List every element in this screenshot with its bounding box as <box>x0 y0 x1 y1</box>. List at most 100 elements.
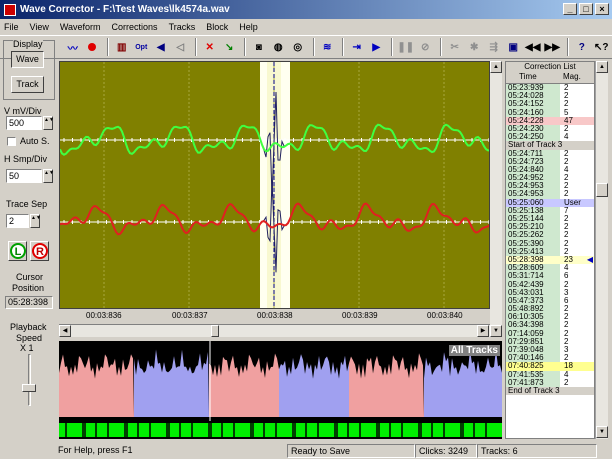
all-tracks-overview[interactable]: All Tracks <box>59 341 502 439</box>
opt-icon[interactable]: Opt <box>133 38 151 56</box>
vmv-field[interactable]: 500 <box>6 116 42 130</box>
window-title: Wave Corrector - F:\Test Waves\lk4574a.w… <box>20 4 230 15</box>
find-prev-icon[interactable]: ◍ <box>270 38 288 56</box>
density-gap <box>275 423 277 437</box>
time-label-5: 00:03:840 <box>427 311 463 320</box>
menu-waveform[interactable]: Waveform <box>60 22 101 32</box>
density-gap <box>208 423 212 437</box>
binoculars-icon[interactable]: ◙ <box>250 38 268 56</box>
minimize-button[interactable]: _ <box>563 3 577 15</box>
track-marker-row[interactable]: End of Track 3 <box>506 385 594 396</box>
list-scroll-down-button[interactable]: ▼ <box>596 426 608 438</box>
track-button[interactable]: Track <box>11 76 44 93</box>
pause-icon[interactable]: ❚❚ <box>397 38 415 56</box>
record-icon[interactable] <box>84 38 102 56</box>
trace-sep-field[interactable]: 2 <box>6 214 29 228</box>
find-next-icon[interactable]: ◎ <box>289 38 307 56</box>
trace-sep-stepper[interactable]: ▲▼ <box>30 214 41 228</box>
svg-text:R: R <box>36 246 44 258</box>
filter-icon[interactable]: ≋ <box>319 38 337 56</box>
density-gap <box>473 423 475 437</box>
scroll-left-button[interactable]: ◀ <box>59 325 71 337</box>
waveform-plot[interactable] <box>59 61 490 309</box>
density-gap <box>418 423 422 437</box>
menu-tracks[interactable]: Tracks <box>169 22 196 32</box>
help-icon[interactable]: ? <box>573 38 591 56</box>
speed-slider-track[interactable] <box>28 354 31 406</box>
app-window: Wave Corrector - F:\Test Waves\lk4574a.w… <box>0 0 612 459</box>
context-help-icon[interactable]: ↖? <box>593 38 611 56</box>
density-gap <box>347 423 349 437</box>
hsmp-stepper[interactable]: ▲▼ <box>43 169 54 183</box>
left-channel-button[interactable]: L <box>8 241 27 261</box>
cross-icon[interactable]: ✕ <box>201 38 219 56</box>
correction-magnitude: 4 <box>564 132 569 142</box>
wave-button[interactable]: Wave <box>11 51 44 68</box>
time-label-1: 00:03:836 <box>86 311 122 320</box>
density-gap <box>191 423 193 437</box>
right-channel-button[interactable]: R <box>30 241 49 261</box>
vmv-stepper[interactable]: ▲▼ <box>43 116 54 130</box>
density-gap <box>65 423 67 437</box>
all-tracks-label: All Tracks <box>448 345 500 356</box>
maximize-button[interactable]: □ <box>579 3 593 15</box>
speaker-icon[interactable]: ◀ <box>152 38 170 56</box>
autos-checkbox[interactable] <box>7 137 16 146</box>
hscroll-thumb[interactable] <box>211 325 219 337</box>
waveform-hscroll[interactable]: ◀ ▶ <box>59 324 490 337</box>
cut-icon[interactable]: ✂ <box>446 38 464 56</box>
time-label-2: 00:03:837 <box>172 311 208 320</box>
correction-list-scrollbar[interactable]: ▲ ▼ <box>595 61 608 439</box>
density-gap <box>82 423 86 437</box>
jump-icon[interactable]: ⇥ <box>348 38 366 56</box>
status-help: For Help, press F1 <box>58 445 133 455</box>
next-track-icon[interactable]: ▶▶ <box>544 38 562 56</box>
speed-slider-thumb[interactable] <box>22 384 36 392</box>
menu-bar: File View Waveform Corrections Tracks Bl… <box>0 19 612 35</box>
scroll-right-button[interactable]: ▶ <box>477 325 489 337</box>
menu-view[interactable]: View <box>30 22 49 32</box>
cursor-position-value: 05:28:398 <box>5 296 53 309</box>
density-gap <box>179 423 181 437</box>
hsmp-field[interactable]: 50 <box>6 169 42 183</box>
menu-help[interactable]: Help <box>239 22 258 32</box>
wand-icon[interactable]: ↘ <box>221 38 239 56</box>
density-gap <box>149 423 151 437</box>
play-icon[interactable]: ▶ <box>368 38 386 56</box>
density-gap <box>485 423 487 437</box>
density-gap <box>263 423 265 437</box>
scroll-up-button[interactable]: ▲ <box>490 61 502 73</box>
current-correction-arrow-icon: ◀ <box>586 254 593 264</box>
density-gap <box>292 423 296 437</box>
volume-icon[interactable]: ◁ <box>172 38 190 56</box>
status-tracks: Tracks: 6 <box>477 444 597 458</box>
density-gap <box>137 423 139 437</box>
density-gap <box>305 423 307 437</box>
status-clicks: Clicks: 3249 <box>415 444 477 458</box>
merge-icon[interactable]: ⇶ <box>485 38 503 56</box>
correction-list[interactable]: Correction List Time Mag. 05:23:939 2 05:2… <box>505 61 595 439</box>
track-marker-label: End of Track 3 <box>508 385 560 395</box>
close-button[interactable]: × <box>595 3 609 15</box>
density-gap <box>389 423 391 437</box>
mag-column-header[interactable]: Mag. <box>563 72 581 82</box>
density-gap <box>166 423 170 437</box>
prev-track-icon[interactable]: ◀◀ <box>524 38 542 56</box>
split-icon[interactable]: ✱ <box>466 38 484 56</box>
list-scroll-up-button[interactable]: ▲ <box>596 61 608 73</box>
window-icon[interactable]: ▣ <box>505 38 523 56</box>
waveform-icon[interactable]: 〰 <box>64 38 82 56</box>
waveform-vscroll[interactable]: ▲ ▼ <box>490 61 502 337</box>
menu-block[interactable]: Block <box>206 22 228 32</box>
density-gap <box>233 423 235 437</box>
density-gap <box>359 423 361 437</box>
autos-label: Auto S. <box>20 136 50 146</box>
stop-icon[interactable]: ⊘ <box>417 38 435 56</box>
menu-corrections[interactable]: Corrections <box>112 22 158 32</box>
menu-file[interactable]: File <box>4 22 19 32</box>
play-options-icon[interactable]: ▥ <box>113 38 131 56</box>
scroll-down-button[interactable]: ▼ <box>490 325 502 337</box>
list-scroll-thumb[interactable] <box>596 183 608 197</box>
title-bar[interactable]: Wave Corrector - F:\Test Waves\lk4574a.w… <box>0 0 612 19</box>
time-column-header[interactable]: Time <box>519 72 536 82</box>
